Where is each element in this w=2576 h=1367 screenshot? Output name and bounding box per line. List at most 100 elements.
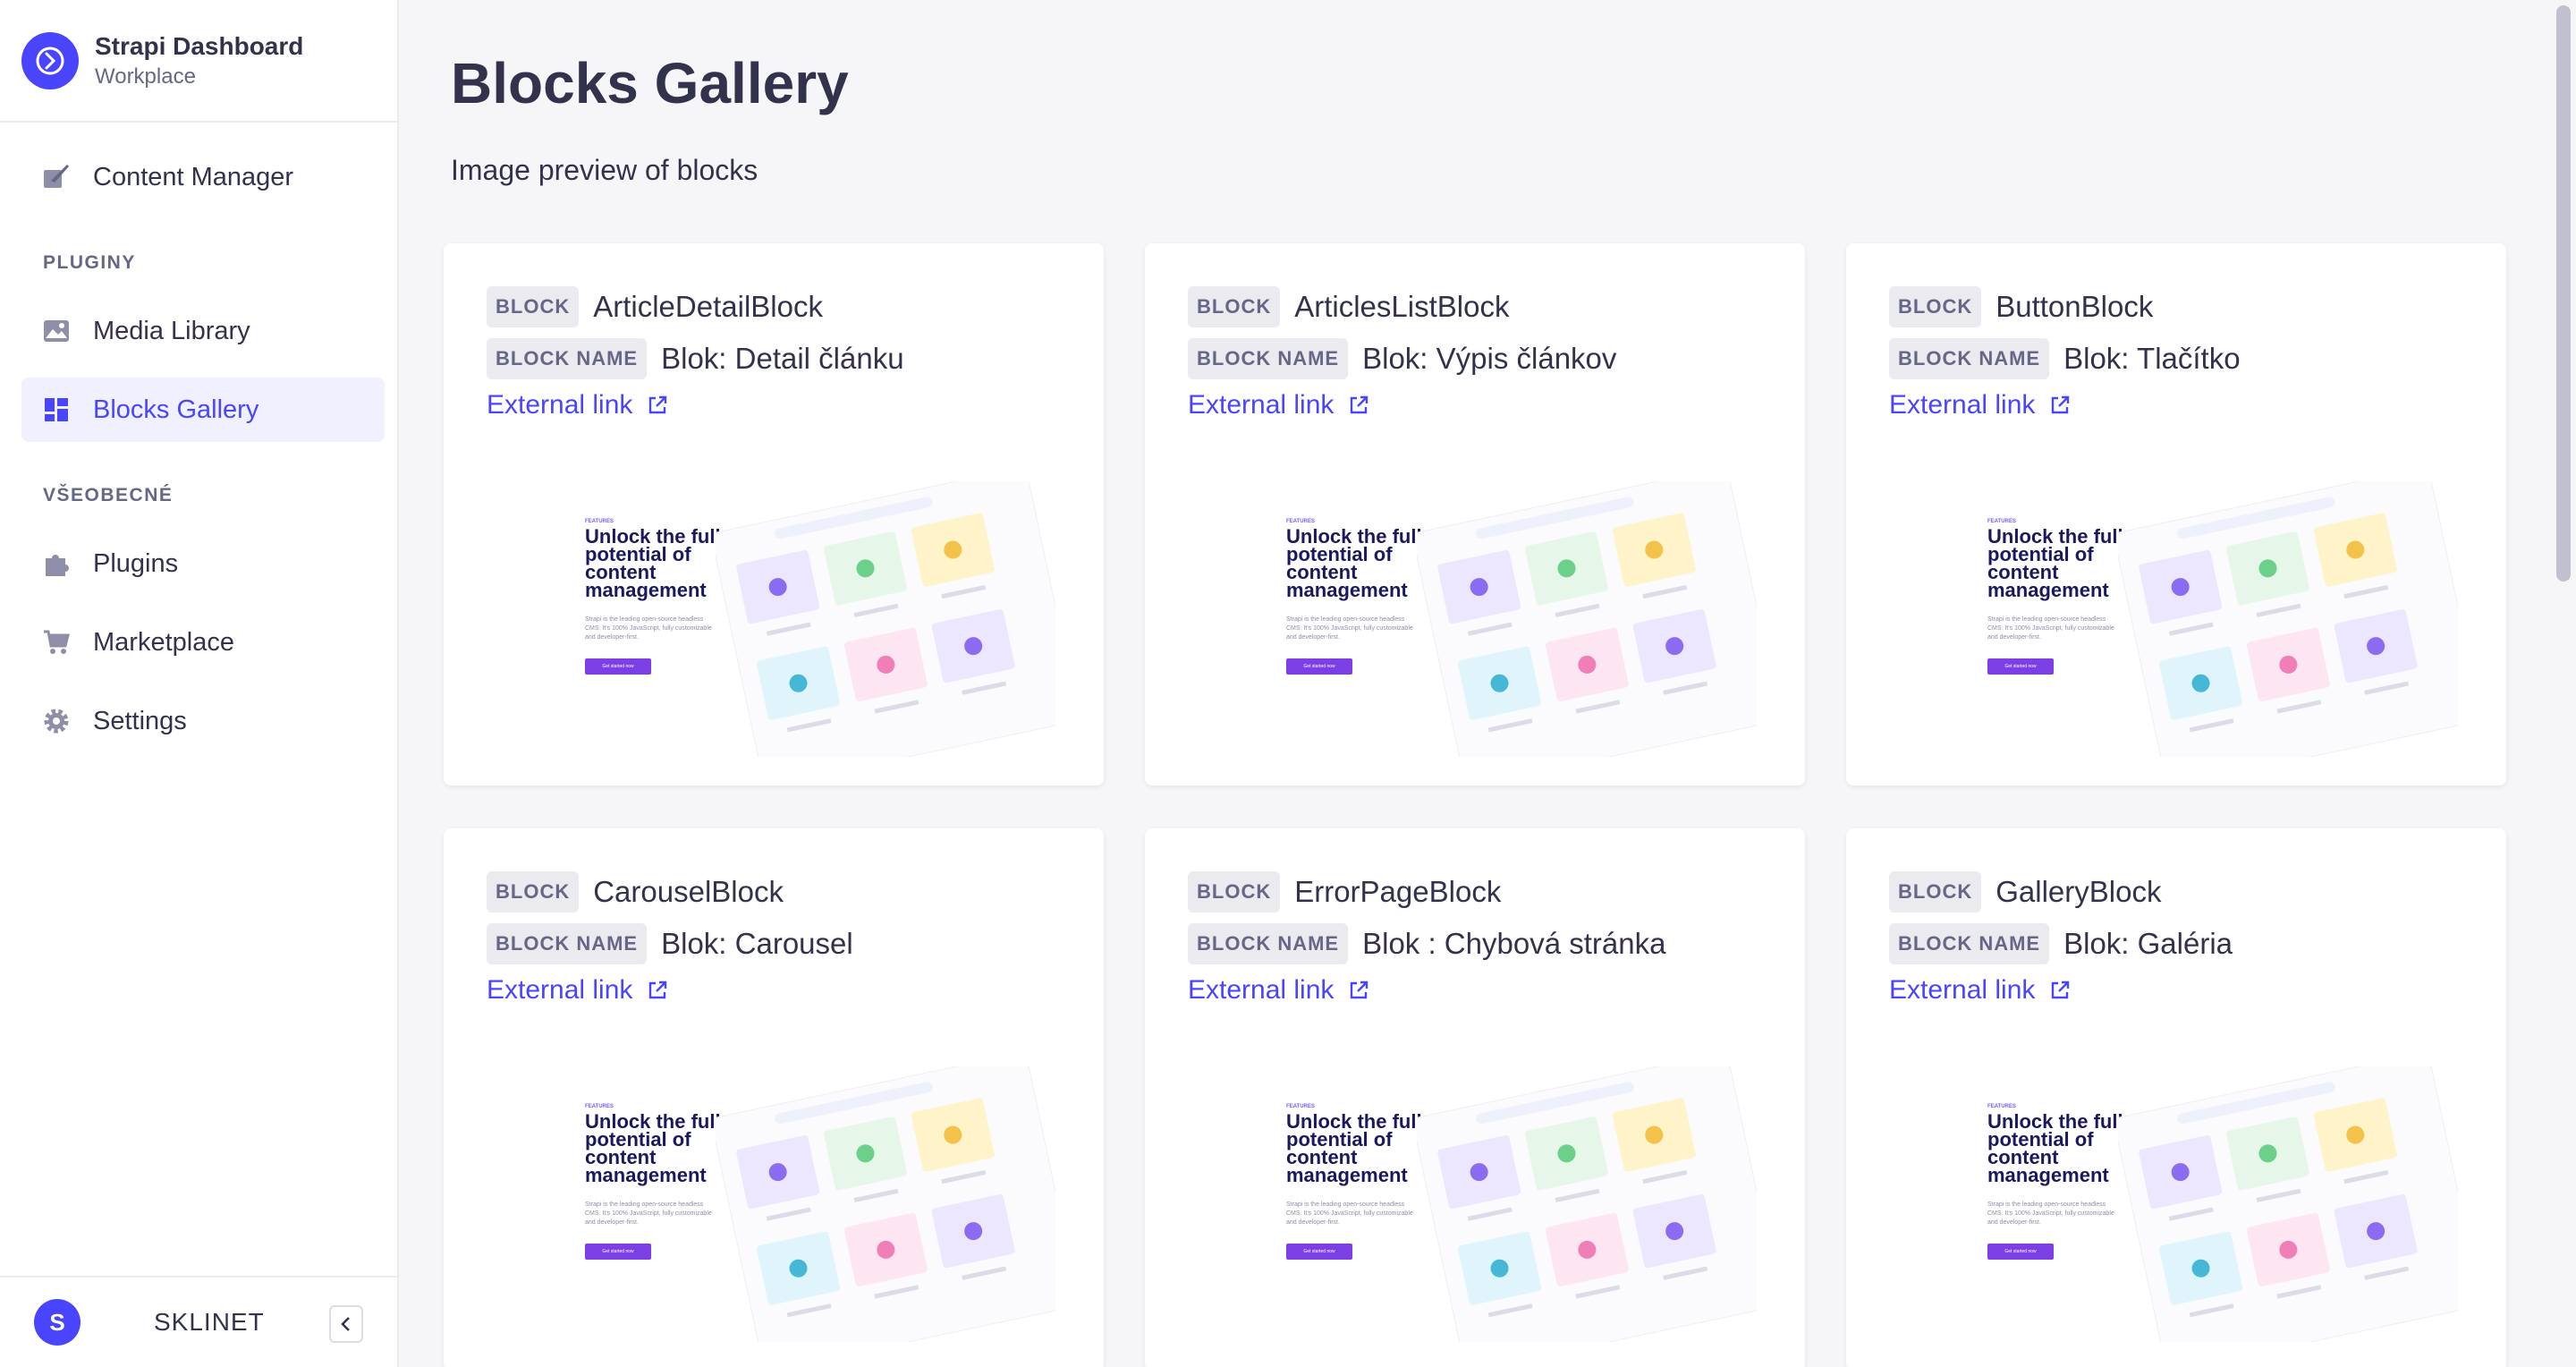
main-content: Blocks Gallery Image preview of blocks B… bbox=[401, 0, 2547, 1367]
sidebar-item-plugins[interactable]: Plugins bbox=[21, 531, 385, 596]
scrollbar[interactable] bbox=[2547, 0, 2576, 1367]
external-link[interactable]: External link bbox=[1889, 390, 2463, 420]
external-link-label: External link bbox=[1889, 390, 2036, 420]
block-preview-image: FEATURES Unlock the full potential of co… bbox=[487, 1057, 1061, 1342]
sidebar-item-label: Settings bbox=[93, 706, 187, 735]
block-id: ErrorPageBlock bbox=[1294, 875, 1502, 908]
block-name: Blok: Detail článku bbox=[661, 342, 904, 375]
block-name-badge: BLOCK NAME bbox=[1188, 338, 1349, 379]
preview-illustration bbox=[2118, 1066, 2458, 1342]
external-link-label: External link bbox=[487, 390, 633, 420]
block-badge: BLOCK bbox=[1889, 286, 1982, 327]
block-name-badge: BLOCK NAME bbox=[487, 338, 648, 379]
block-id: ButtonBlock bbox=[1996, 290, 2154, 323]
block-name: Blok: Výpis článkov bbox=[1362, 342, 1617, 375]
preview-illustration bbox=[1417, 1066, 1757, 1342]
block-card: BLOCK GalleryBlock BLOCK NAME Blok: Galé… bbox=[1846, 828, 2506, 1367]
preview-headline: Unlock the full potential of content man… bbox=[585, 1110, 721, 1186]
preview-headline: Unlock the full potential of content man… bbox=[1987, 1110, 2123, 1186]
preview-headline: Unlock the full potential of content man… bbox=[1286, 525, 1422, 601]
preview-copy: Strapi is the leading open-source headle… bbox=[1987, 1201, 2114, 1226]
block-card: BLOCK ErrorPageBlock BLOCK NAME Blok : C… bbox=[1145, 828, 1805, 1367]
preview-headline: Unlock the full potential of content man… bbox=[1987, 525, 2123, 601]
external-link[interactable]: External link bbox=[487, 975, 1061, 1006]
sidebar-item-label: Marketplace bbox=[93, 627, 234, 657]
block-id: CarouselBlock bbox=[593, 875, 784, 908]
block-name-badge: BLOCK NAME bbox=[1188, 923, 1349, 964]
external-link[interactable]: External link bbox=[1889, 975, 2463, 1006]
block-badge: BLOCK bbox=[1188, 286, 1281, 327]
page-subtitle: Image preview of blocks bbox=[451, 154, 758, 186]
block-badge: BLOCK bbox=[1889, 871, 1982, 913]
strapi-logo-icon bbox=[21, 31, 79, 89]
cart-icon bbox=[41, 627, 72, 658]
external-link-icon bbox=[2052, 981, 2070, 999]
block-name: Blok : Chybová stránka bbox=[1362, 927, 1666, 960]
block-id: GalleryBlock bbox=[1996, 875, 2162, 908]
block-id: ArticlesListBlock bbox=[1294, 290, 1510, 323]
sidebar-item-content-manager[interactable]: Content Manager bbox=[21, 145, 385, 209]
preview-button: Get started now bbox=[585, 1244, 651, 1260]
preview-headline: Unlock the full potential of content man… bbox=[1286, 1110, 1422, 1186]
avatar[interactable]: S bbox=[34, 1299, 80, 1346]
external-link-label: External link bbox=[1889, 975, 2036, 1005]
preview-tag: FEATURES bbox=[585, 1104, 614, 1109]
brand: Strapi Dashboard Workplace bbox=[0, 0, 397, 123]
preview-tag: FEATURES bbox=[1286, 1104, 1315, 1109]
gear-icon bbox=[41, 706, 72, 736]
block-name-badge: BLOCK NAME bbox=[487, 923, 648, 964]
sidebar-item-blocks-gallery[interactable]: Blocks Gallery bbox=[21, 378, 385, 442]
block-name: Blok: Carousel bbox=[661, 927, 853, 960]
scrollbar-thumb[interactable] bbox=[2556, 5, 2571, 582]
block-name-badge: BLOCK NAME bbox=[1889, 338, 2050, 379]
block-badge: BLOCK bbox=[1188, 871, 1281, 913]
external-link[interactable]: External link bbox=[1188, 975, 1762, 1006]
block-badge: BLOCK bbox=[487, 286, 580, 327]
user-name[interactable]: SKLINET bbox=[154, 1308, 265, 1337]
sidebar-item-marketplace[interactable]: Marketplace bbox=[21, 610, 385, 675]
sidebar-item-media-library[interactable]: Media Library bbox=[21, 299, 385, 363]
preview-tag: FEATURES bbox=[1987, 519, 2016, 524]
block-preview-image: FEATURES Unlock the full potential of co… bbox=[1889, 1057, 2463, 1342]
preview-illustration bbox=[716, 481, 1055, 757]
external-link-icon bbox=[1351, 395, 1368, 414]
collapse-sidebar-button[interactable] bbox=[329, 1305, 363, 1343]
preview-illustration bbox=[716, 1066, 1055, 1342]
external-link-icon bbox=[2052, 395, 2070, 414]
preview-headline: Unlock the full potential of content man… bbox=[585, 525, 721, 601]
block-card: BLOCK CarouselBlock BLOCK NAME Blok: Car… bbox=[444, 828, 1104, 1367]
block-card: BLOCK ButtonBlock BLOCK NAME Blok: Tlačí… bbox=[1846, 243, 2506, 785]
external-link-icon bbox=[1351, 981, 1368, 999]
block-preview-image: FEATURES Unlock the full potential of co… bbox=[487, 472, 1061, 757]
preview-copy: Strapi is the leading open-source headle… bbox=[1987, 616, 2114, 641]
preview-tag: FEATURES bbox=[1286, 519, 1315, 524]
sidebar-item-settings[interactable]: Settings bbox=[21, 689, 385, 753]
block-id: ArticleDetailBlock bbox=[593, 290, 823, 323]
page-title: Blocks Gallery bbox=[451, 51, 849, 115]
external-link-label: External link bbox=[487, 975, 633, 1005]
preview-button: Get started now bbox=[585, 658, 651, 675]
external-link-icon bbox=[649, 981, 667, 999]
external-link[interactable]: External link bbox=[487, 390, 1061, 420]
image-icon bbox=[41, 316, 72, 346]
external-link[interactable]: External link bbox=[1188, 390, 1762, 420]
preview-illustration bbox=[2118, 481, 2458, 757]
preview-copy: Strapi is the leading open-source headle… bbox=[1286, 616, 1413, 641]
sidebar-section-plugins: PLUGINY bbox=[43, 252, 136, 273]
preview-button: Get started now bbox=[1987, 1244, 2054, 1260]
preview-copy: Strapi is the leading open-source headle… bbox=[585, 616, 712, 641]
sidebar-section-general: VŠEOBECNÉ bbox=[43, 485, 174, 505]
preview-button: Get started now bbox=[1286, 658, 1352, 675]
puzzle-icon bbox=[41, 548, 72, 579]
preview-illustration bbox=[1417, 481, 1757, 757]
block-preview-image: FEATURES Unlock the full potential of co… bbox=[1188, 472, 1762, 757]
block-badge: BLOCK bbox=[487, 871, 580, 913]
block-card: BLOCK ArticleDetailBlock BLOCK NAME Blok… bbox=[444, 243, 1104, 785]
sidebar-item-label: Content Manager bbox=[93, 162, 294, 191]
preview-button: Get started now bbox=[1286, 1244, 1352, 1260]
sidebar-item-label: Plugins bbox=[93, 548, 179, 578]
brand-subtitle: Workplace bbox=[95, 64, 196, 89]
external-link-label: External link bbox=[1188, 975, 1335, 1005]
sidebar-footer: S SKLINET bbox=[0, 1276, 399, 1367]
block-preview-image: FEATURES Unlock the full potential of co… bbox=[1889, 472, 2463, 757]
